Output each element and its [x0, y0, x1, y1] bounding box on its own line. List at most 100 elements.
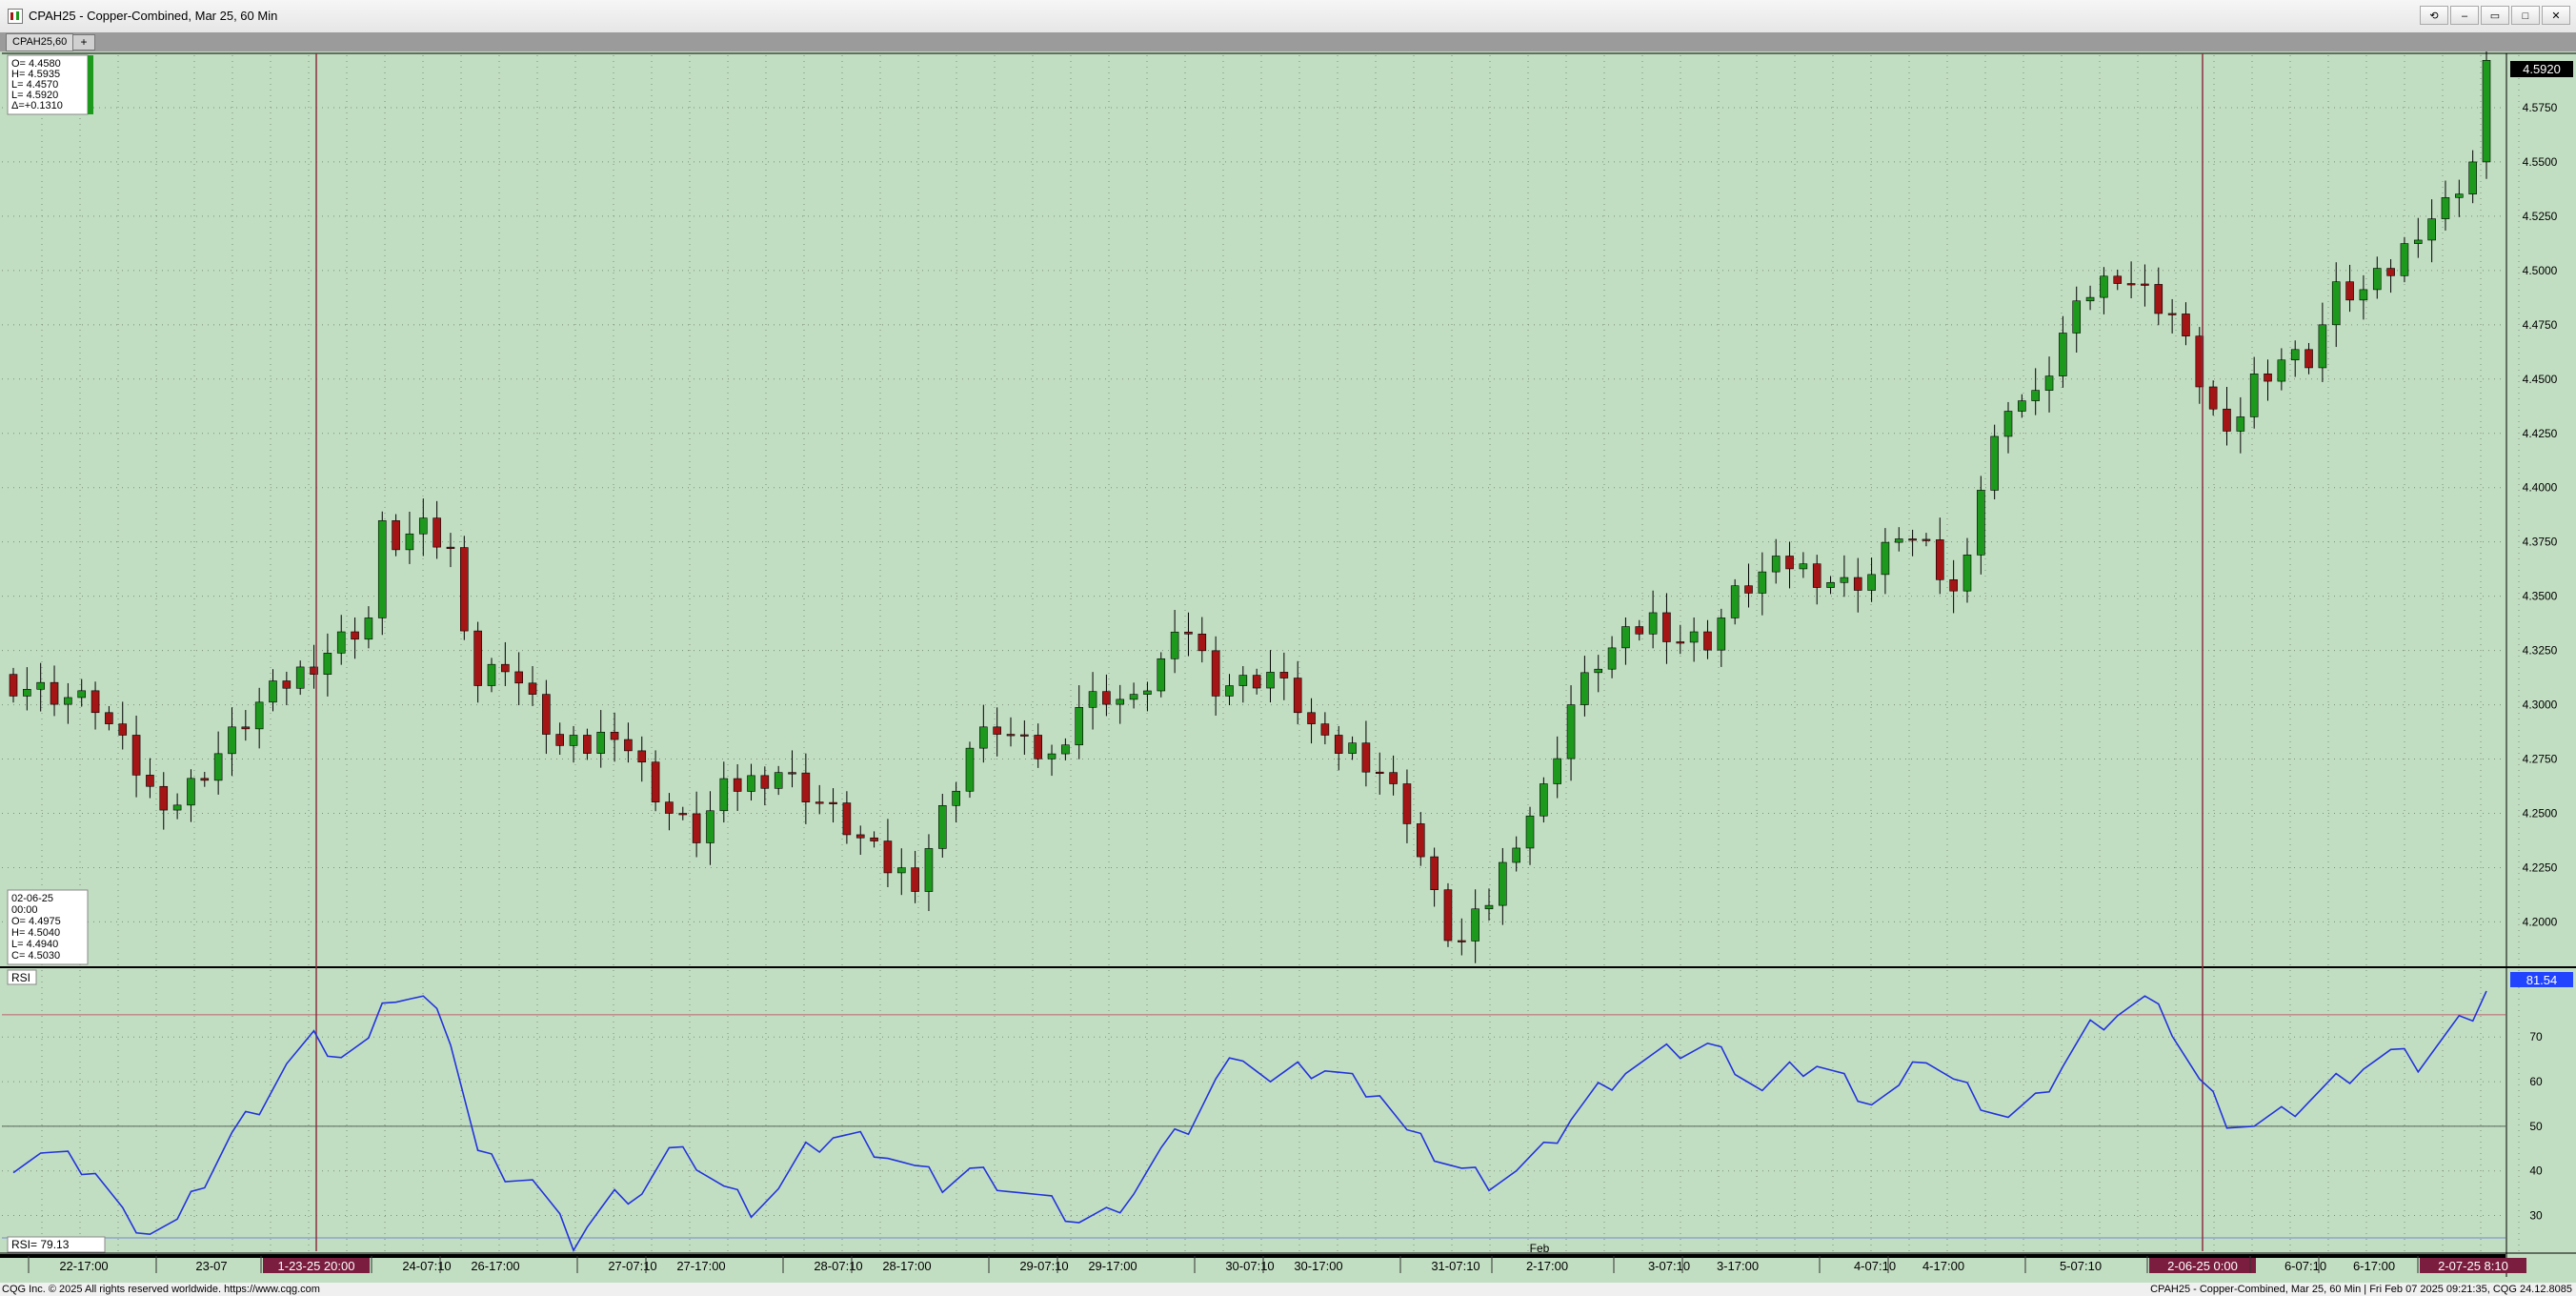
candle-body [1143, 690, 1152, 695]
candle-body [528, 682, 537, 695]
status-bar: CQG Inc. © 2025 All rights reserved worl… [0, 1283, 2576, 1296]
candle-body [2468, 161, 2477, 194]
candle-body [1744, 585, 1753, 594]
time-label: 23-07 [195, 1259, 227, 1273]
price-tick-label: 4.2750 [2523, 753, 2558, 766]
candle-body [1730, 585, 1740, 618]
rsi-label: RSI [11, 971, 30, 984]
candle-body [23, 689, 31, 697]
candle-body [2072, 300, 2082, 334]
candle-body [1771, 556, 1781, 573]
candle-body [77, 690, 87, 699]
candle-body [172, 804, 182, 811]
candle-body [855, 834, 865, 839]
candle-body [187, 778, 195, 806]
candle-body [692, 813, 701, 843]
rsi-tick-label: 60 [2529, 1075, 2543, 1088]
time-label: 3-07:10 [1648, 1259, 1690, 1273]
cursor-ohlc-line: O= 4.4975 [11, 916, 61, 927]
chart-area[interactable]: 4.5750 4.5500 4.5250 4.5000 4.4750 4.4500 4.42… [0, 51, 2576, 1283]
candle-body [870, 837, 878, 841]
candle-body [651, 761, 660, 802]
candle-body [2455, 193, 2464, 198]
candle-body [1540, 783, 1548, 817]
candle-body [979, 726, 988, 749]
candle-body [624, 739, 633, 752]
rsi-value-label: 81.54 [2526, 973, 2558, 987]
candle-body [1935, 539, 1944, 580]
sync-icon[interactable]: ⟲ [2420, 6, 2448, 25]
restore-button[interactable]: ▭ [2481, 6, 2509, 25]
candle-body [118, 723, 128, 736]
maximize-button[interactable]: □ [2511, 6, 2540, 25]
time-label: 28-07:10 [814, 1259, 862, 1273]
candle-body [282, 680, 292, 689]
candle-body [1758, 571, 1767, 594]
candle-body [596, 731, 606, 754]
candle-body [213, 753, 223, 781]
candle-body [2167, 313, 2177, 315]
price-tick-label: 4.3000 [2523, 699, 2558, 712]
candle-body [1717, 618, 1726, 651]
time-label: 2-17:00 [1526, 1259, 1568, 1273]
candle-body [569, 735, 578, 746]
status-text: CPAH25 - Copper-Combined, Mar 25, 60 Min… [2150, 1284, 2572, 1295]
candle-body [993, 726, 1001, 735]
candle-body [2236, 416, 2245, 432]
window-title: CPAH25 - Copper-Combined, Mar 25, 60 Min [29, 9, 278, 23]
candle-body [364, 618, 373, 640]
candle-body [1102, 691, 1111, 705]
candle-body [446, 546, 455, 549]
candle-body [706, 810, 714, 843]
candle-body [269, 680, 277, 703]
candle-body [159, 785, 169, 811]
candle-body [2277, 359, 2286, 382]
candle-body [719, 778, 729, 812]
candle-body [351, 631, 359, 640]
price-tick-label: 4.5250 [2523, 210, 2558, 223]
candle-body [583, 735, 592, 754]
price-tick-label: 4.3250 [2523, 644, 2558, 658]
candle-body [241, 726, 251, 730]
chart-tab-bar: CPAH25,60 + [0, 32, 2576, 51]
candle-body [405, 533, 414, 551]
time-label: 31-07:10 [1431, 1259, 1479, 1273]
candle-body [2249, 374, 2259, 417]
candle-body [911, 867, 919, 892]
rsi-tick-label: 50 [2529, 1120, 2543, 1133]
candle-body [2126, 283, 2136, 286]
candle-body [9, 674, 18, 697]
add-tab-button[interactable]: + [72, 34, 95, 51]
tab-cpah25[interactable]: CPAH25,60 [6, 33, 74, 51]
candle-body [228, 726, 236, 755]
candle-body [883, 840, 893, 874]
candle-body [1703, 631, 1712, 651]
candle-body [1499, 861, 1507, 906]
candle-body [1211, 650, 1220, 697]
copyright-text: CQG Inc. © 2025 All rights reserved worl… [2, 1284, 320, 1295]
candle-body [2264, 374, 2272, 382]
cursor-ohlc-line: L= 4.4940 [11, 939, 58, 950]
candle-body [1184, 631, 1193, 635]
time-label: 5-07:10 [2060, 1259, 2102, 1273]
candle-body [1430, 856, 1439, 891]
minimize-button[interactable]: – [2450, 6, 2479, 25]
candle-body [1689, 631, 1699, 643]
app-icon [8, 9, 23, 24]
candle-body [1389, 772, 1398, 784]
candle-body [1990, 435, 1999, 491]
candle-body [2345, 281, 2354, 301]
price-tick-label: 4.2000 [2523, 915, 2558, 928]
time-label: 30-17:00 [1294, 1259, 1342, 1273]
candle-body [678, 813, 688, 816]
candle-body [1129, 694, 1138, 700]
candle-body [1334, 735, 1343, 754]
candle-body [2018, 400, 2026, 412]
candle-body [937, 804, 947, 849]
candle-body [1676, 641, 1685, 644]
candle-body [952, 790, 960, 806]
candle-body [50, 681, 59, 705]
candle-body [473, 630, 482, 686]
close-button[interactable]: ✕ [2542, 6, 2570, 25]
time-label: 2-07-25 8:10 [2438, 1259, 2508, 1273]
